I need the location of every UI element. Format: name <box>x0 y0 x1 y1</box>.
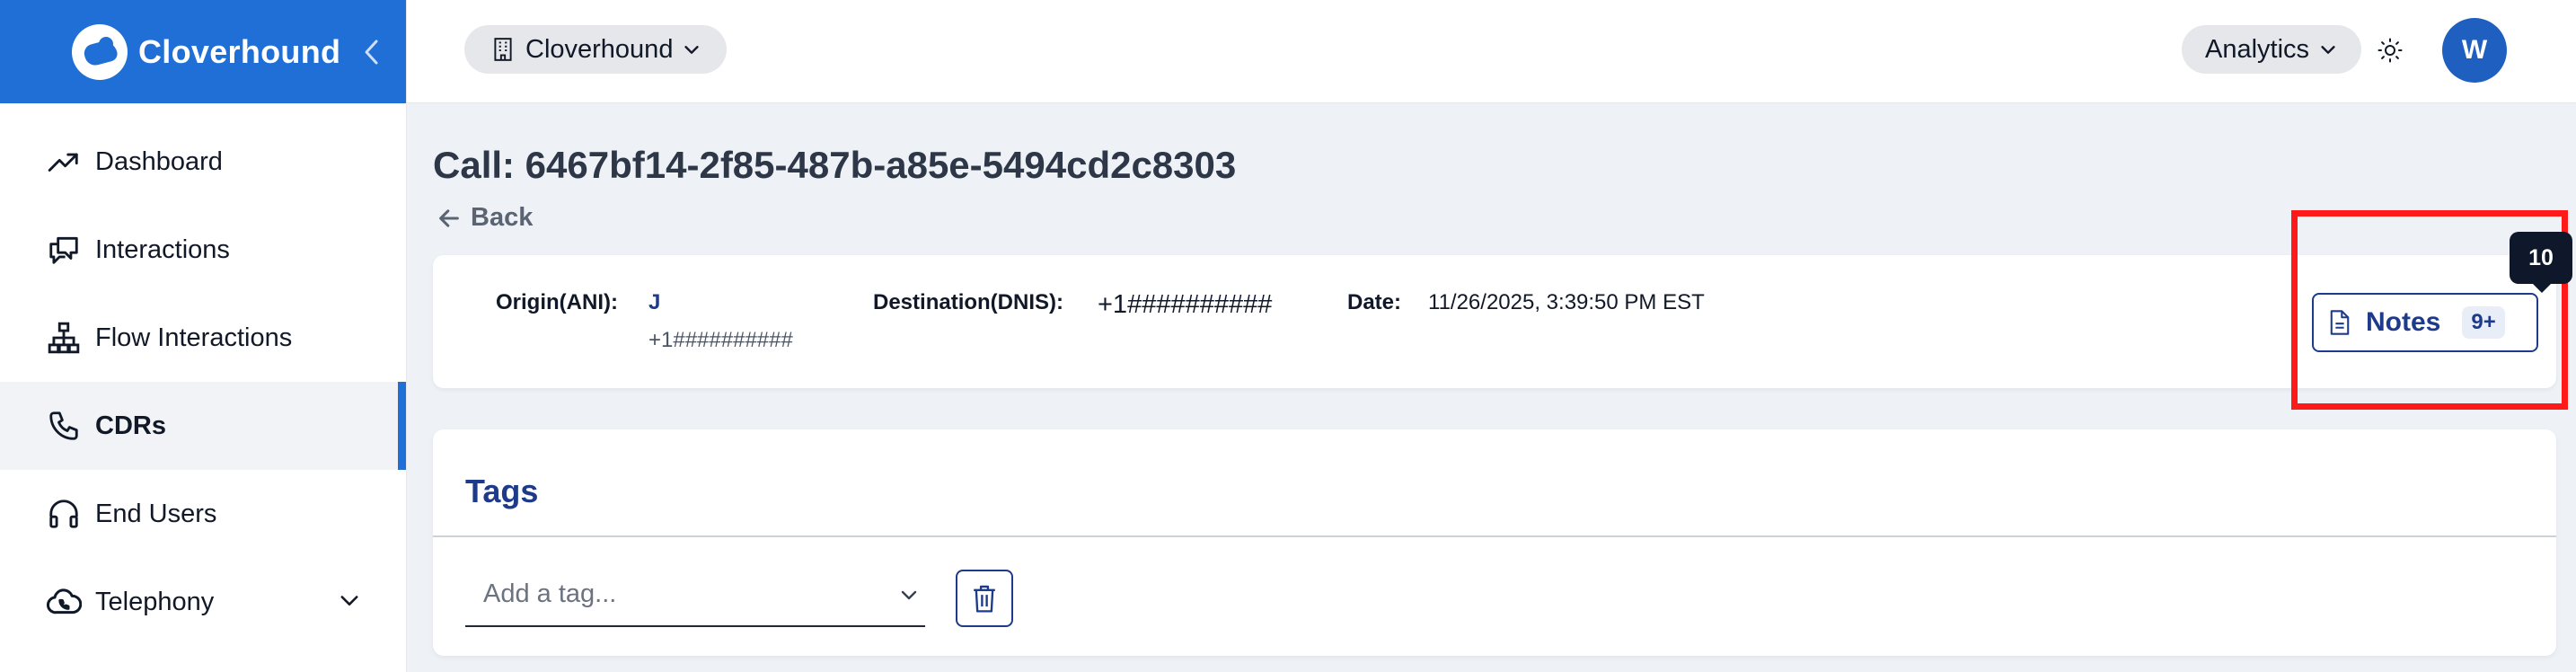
theme-toggle-button[interactable] <box>2372 32 2408 68</box>
top-bar: Cloverhound Analytics W <box>407 0 2576 103</box>
sidebar-item-cdrs[interactable]: CDRs <box>0 382 406 470</box>
org-selector[interactable]: Cloverhound <box>464 25 728 74</box>
sidebar: Cloverhound Dashboard Interactions Flow … <box>0 0 407 672</box>
org-selector-label: Cloverhound <box>525 34 674 64</box>
brand-header: Cloverhound <box>0 0 406 103</box>
phone-icon <box>45 407 83 445</box>
cloverhound-logo-icon <box>72 23 128 80</box>
sidebar-collapse-button[interactable] <box>357 34 384 70</box>
chevron-down-icon[interactable] <box>898 584 920 606</box>
origin-name: J <box>648 290 661 314</box>
sidebar-nav: Dashboard Interactions Flow Interactions… <box>0 103 406 646</box>
tags-divider <box>433 535 2556 537</box>
sidebar-item-dashboard[interactable]: Dashboard <box>0 118 406 206</box>
chevron-down-icon <box>2318 40 2338 59</box>
notes-button[interactable]: Notes 9+ <box>2312 293 2538 352</box>
trash-icon <box>974 585 995 613</box>
notes-button-label: Notes <box>2366 307 2441 337</box>
document-icon <box>2328 309 2351 336</box>
flow-tree-icon <box>45 319 83 357</box>
sidebar-item-label: End Users <box>95 499 217 528</box>
trend-up-icon <box>45 143 83 181</box>
sidebar-item-end-users[interactable]: End Users <box>0 470 406 558</box>
back-link-label: Back <box>471 203 534 232</box>
arrow-left-icon <box>437 206 462 231</box>
chevron-left-icon <box>365 40 378 65</box>
origin-label: Origin(ANI): <box>496 290 618 314</box>
destination-label: Destination(DNIS): <box>873 290 1063 314</box>
destination-value: +1########## <box>1098 290 1273 319</box>
sidebar-item-flow-interactions[interactable]: Flow Interactions <box>0 294 406 382</box>
notes-count-tooltip: 10 <box>2510 232 2572 293</box>
brand-name: Cloverhound <box>138 32 341 70</box>
tag-select[interactable] <box>465 562 925 627</box>
chat-bubbles-icon <box>45 231 83 269</box>
page-title: Call: 6467bf14-2f85-487b-a85e-5494cd2c83… <box>433 144 1237 186</box>
date-value: 11/26/2025, 3:39:50 PM EST <box>1428 290 1705 314</box>
origin-number: +1########## <box>648 328 793 352</box>
chevron-down-icon[interactable] <box>337 588 362 620</box>
sidebar-item-telephony[interactable]: Telephony <box>0 558 406 646</box>
analytics-menu-label: Analytics <box>2205 34 2310 64</box>
delete-tag-button[interactable] <box>956 570 1013 627</box>
tag-input[interactable] <box>483 579 878 609</box>
sidebar-item-label: Interactions <box>95 234 230 264</box>
sidebar-item-label: CDRs <box>95 411 166 440</box>
tags-title: Tags <box>465 473 539 509</box>
chevron-down-icon <box>682 40 701 59</box>
building-icon <box>491 37 515 62</box>
headset-icon <box>45 495 83 533</box>
notes-count-badge: 9+ <box>2462 306 2505 339</box>
call-info-card: Origin(ANI): J +1########## Destination(… <box>433 255 2556 388</box>
cloud-phone-icon <box>45 583 83 621</box>
sidebar-item-label: Dashboard <box>95 146 223 176</box>
analytics-menu[interactable]: Analytics <box>2182 25 2362 74</box>
user-avatar[interactable]: W <box>2442 18 2507 83</box>
sidebar-item-label: Telephony <box>95 587 215 616</box>
sidebar-item-label: Flow Interactions <box>95 323 293 352</box>
back-link[interactable]: Back <box>437 203 533 233</box>
date-label: Date: <box>1347 290 1402 314</box>
sidebar-item-interactions[interactable]: Interactions <box>0 206 406 294</box>
sun-icon <box>2378 38 2403 63</box>
tags-card: Tags <box>433 429 2556 656</box>
